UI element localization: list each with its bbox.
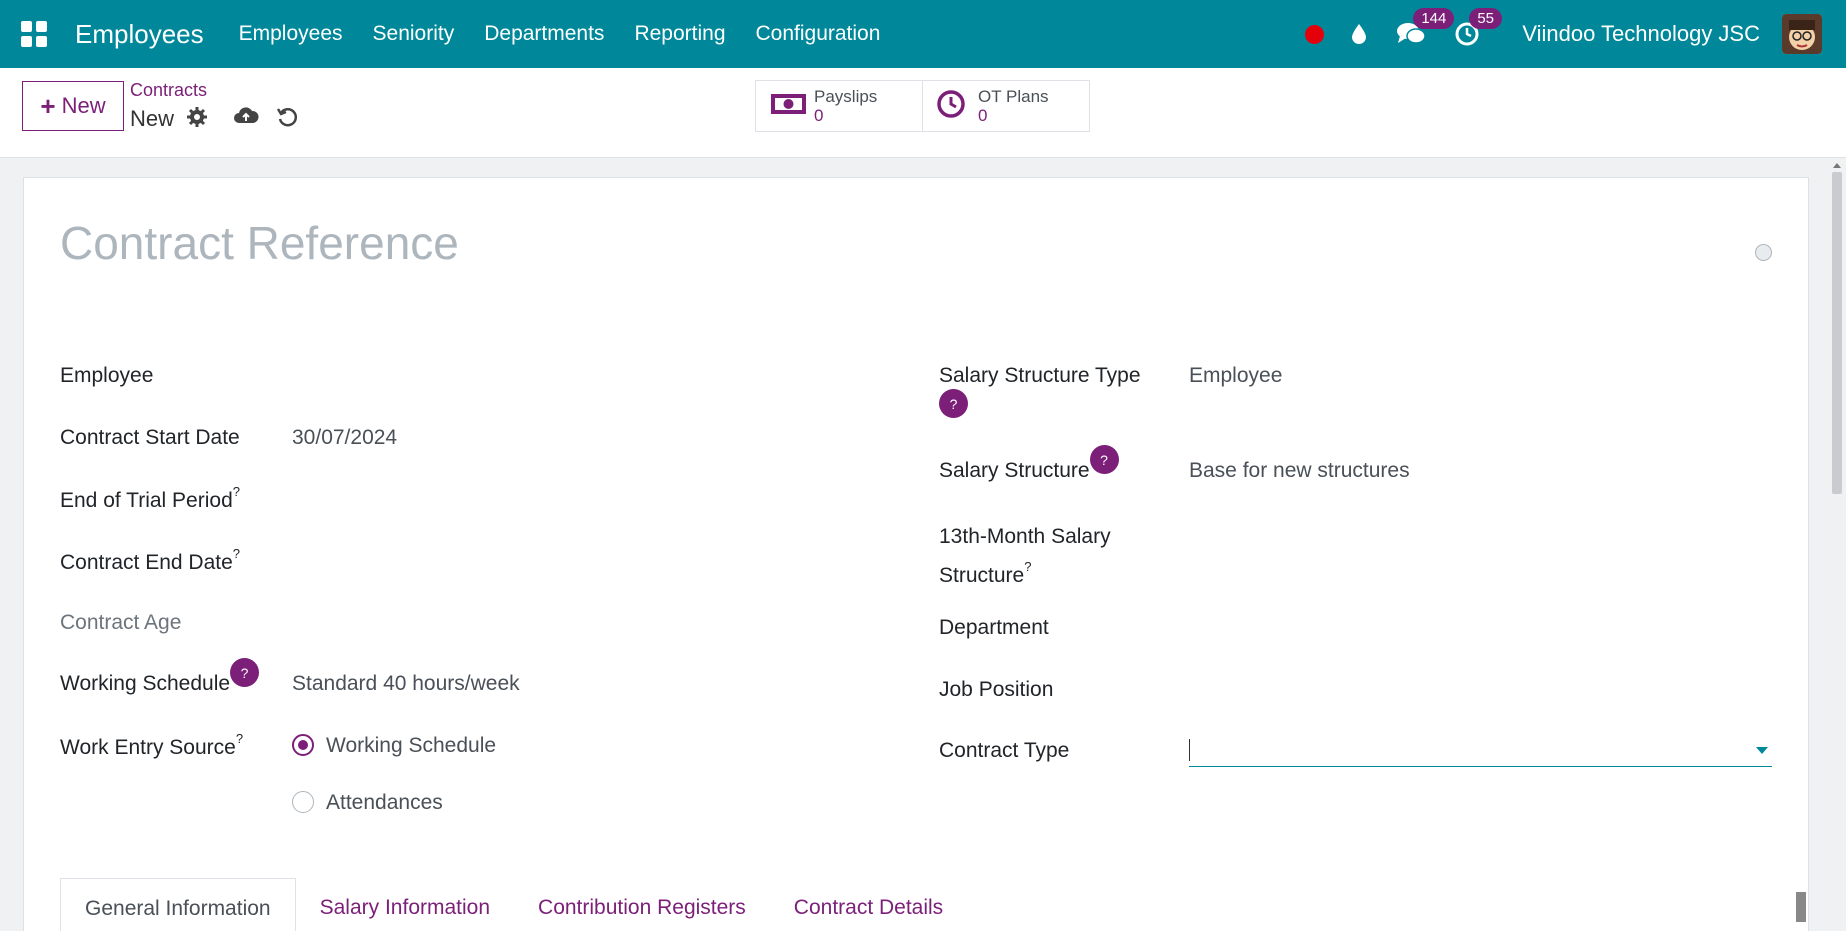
inner-scrollbar[interactable]: [1794, 878, 1808, 931]
messages-badge: 144: [1413, 8, 1455, 29]
control-panel: + New Contracts New Payslips 0 OT Plans 0: [0, 68, 1846, 158]
end-of-trial-label: End of Trial Period?: [60, 484, 240, 512]
tooltip-marker[interactable]: ?: [236, 731, 243, 746]
salary-structure-type-field[interactable]: Employee: [1189, 364, 1282, 388]
employee-label: Employee: [60, 364, 154, 387]
tooltip-marker[interactable]: ?: [233, 484, 240, 499]
page-scrollbar[interactable]: [1828, 163, 1846, 931]
menu-employees[interactable]: Employees: [239, 22, 343, 46]
tab-contract-details[interactable]: Contract Details: [770, 878, 967, 931]
clock-icon: [936, 89, 966, 124]
tooltip-marker[interactable]: ?: [233, 546, 240, 561]
tab-contribution-registers[interactable]: Contribution Registers: [514, 878, 770, 931]
radio-attendances[interactable]: [292, 791, 314, 813]
contract-reference-input[interactable]: Contract Reference: [60, 216, 459, 270]
droplet-icon[interactable]: [1350, 23, 1368, 45]
working-schedule-field[interactable]: Standard 40 hours/week: [292, 672, 520, 696]
apps-menu-icon[interactable]: [21, 21, 47, 47]
money-icon: [770, 91, 807, 122]
discard-icon[interactable]: [276, 106, 298, 133]
tab-general-information[interactable]: General Information: [60, 878, 296, 931]
scroll-up-arrow-icon[interactable]: [1833, 163, 1841, 168]
notebook-tabs: General Information Salary Information C…: [60, 878, 967, 931]
user-avatar[interactable]: [1782, 14, 1822, 54]
help-icon[interactable]: ?: [230, 658, 260, 687]
activities-badge: 55: [1469, 8, 1502, 29]
department-label: Department: [939, 616, 1049, 639]
chevron-down-icon[interactable]: [1756, 747, 1768, 754]
salary-structure-type-label: Salary Structure Type: [939, 364, 1141, 387]
scrollbar-thumb[interactable]: [1832, 172, 1842, 494]
contract-type-label: Contract Type: [939, 739, 1070, 762]
menu-reporting[interactable]: Reporting: [634, 22, 725, 46]
new-button[interactable]: + New: [22, 81, 124, 131]
menu-departments[interactable]: Departments: [484, 22, 604, 46]
activities-clock-icon[interactable]: 55: [1454, 8, 1502, 47]
tooltip-marker[interactable]: ?: [1024, 559, 1031, 574]
contract-start-date-field[interactable]: 30/07/2024: [292, 426, 397, 450]
plus-icon: +: [40, 90, 56, 121]
contract-end-date-label: Contract End Date?: [60, 546, 240, 574]
payslips-count: 0: [814, 106, 824, 125]
ot-plans-count: 0: [978, 106, 988, 125]
radio-attendances-label[interactable]: Attendances: [326, 791, 443, 815]
contract-age-label: Contract Age: [60, 611, 182, 634]
breadcrumb-contracts[interactable]: Contracts: [130, 80, 207, 101]
radio-working-schedule[interactable]: [292, 734, 314, 756]
company-switcher[interactable]: Viindoo Technology JSC: [1522, 21, 1760, 47]
menu-seniority[interactable]: Seniority: [373, 22, 455, 46]
status-indicator[interactable]: [1755, 244, 1772, 261]
salary-structure-field[interactable]: Base for new structures: [1189, 459, 1410, 483]
thirteenth-month-structure-label: 13th-Month Salary Structure?: [939, 525, 1111, 587]
help-icon[interactable]: ?: [1089, 445, 1119, 474]
tab-salary-information[interactable]: Salary Information: [296, 878, 514, 931]
salary-structure-label: Salary Structure?: [939, 445, 1119, 483]
record-indicator-icon[interactable]: [1305, 24, 1325, 44]
ot-plans-label: OT Plans: [978, 87, 1049, 106]
ot-plans-smart-button[interactable]: OT Plans 0: [922, 80, 1090, 132]
contract-start-date-label: Contract Start Date: [60, 426, 240, 449]
work-entry-source-label: Work Entry Source?: [60, 731, 244, 759]
app-title[interactable]: Employees: [75, 19, 204, 50]
payslips-smart-button[interactable]: Payslips 0: [755, 80, 923, 132]
navbar-systray: 144 55 Viindoo Technology JSC: [1305, 0, 1846, 68]
gear-icon[interactable]: [186, 106, 208, 133]
cloud-save-icon[interactable]: [233, 105, 259, 132]
contract-type-select[interactable]: [1189, 733, 1772, 767]
text-caret: [1189, 739, 1190, 761]
form-sheet: Contract Reference Employee Contract Sta…: [23, 177, 1809, 931]
help-icon[interactable]: ?: [939, 389, 968, 418]
job-position-label: Job Position: [939, 678, 1054, 701]
record-name: New: [130, 106, 175, 131]
payslips-label: Payslips: [814, 87, 878, 106]
radio-working-schedule-label[interactable]: Working Schedule: [326, 734, 496, 758]
working-schedule-label: Working Schedule?: [60, 658, 260, 696]
top-navbar: Employees Employees Seniority Department…: [0, 0, 1846, 68]
messages-icon[interactable]: 144: [1396, 8, 1455, 47]
menu-configuration[interactable]: Configuration: [756, 22, 881, 46]
